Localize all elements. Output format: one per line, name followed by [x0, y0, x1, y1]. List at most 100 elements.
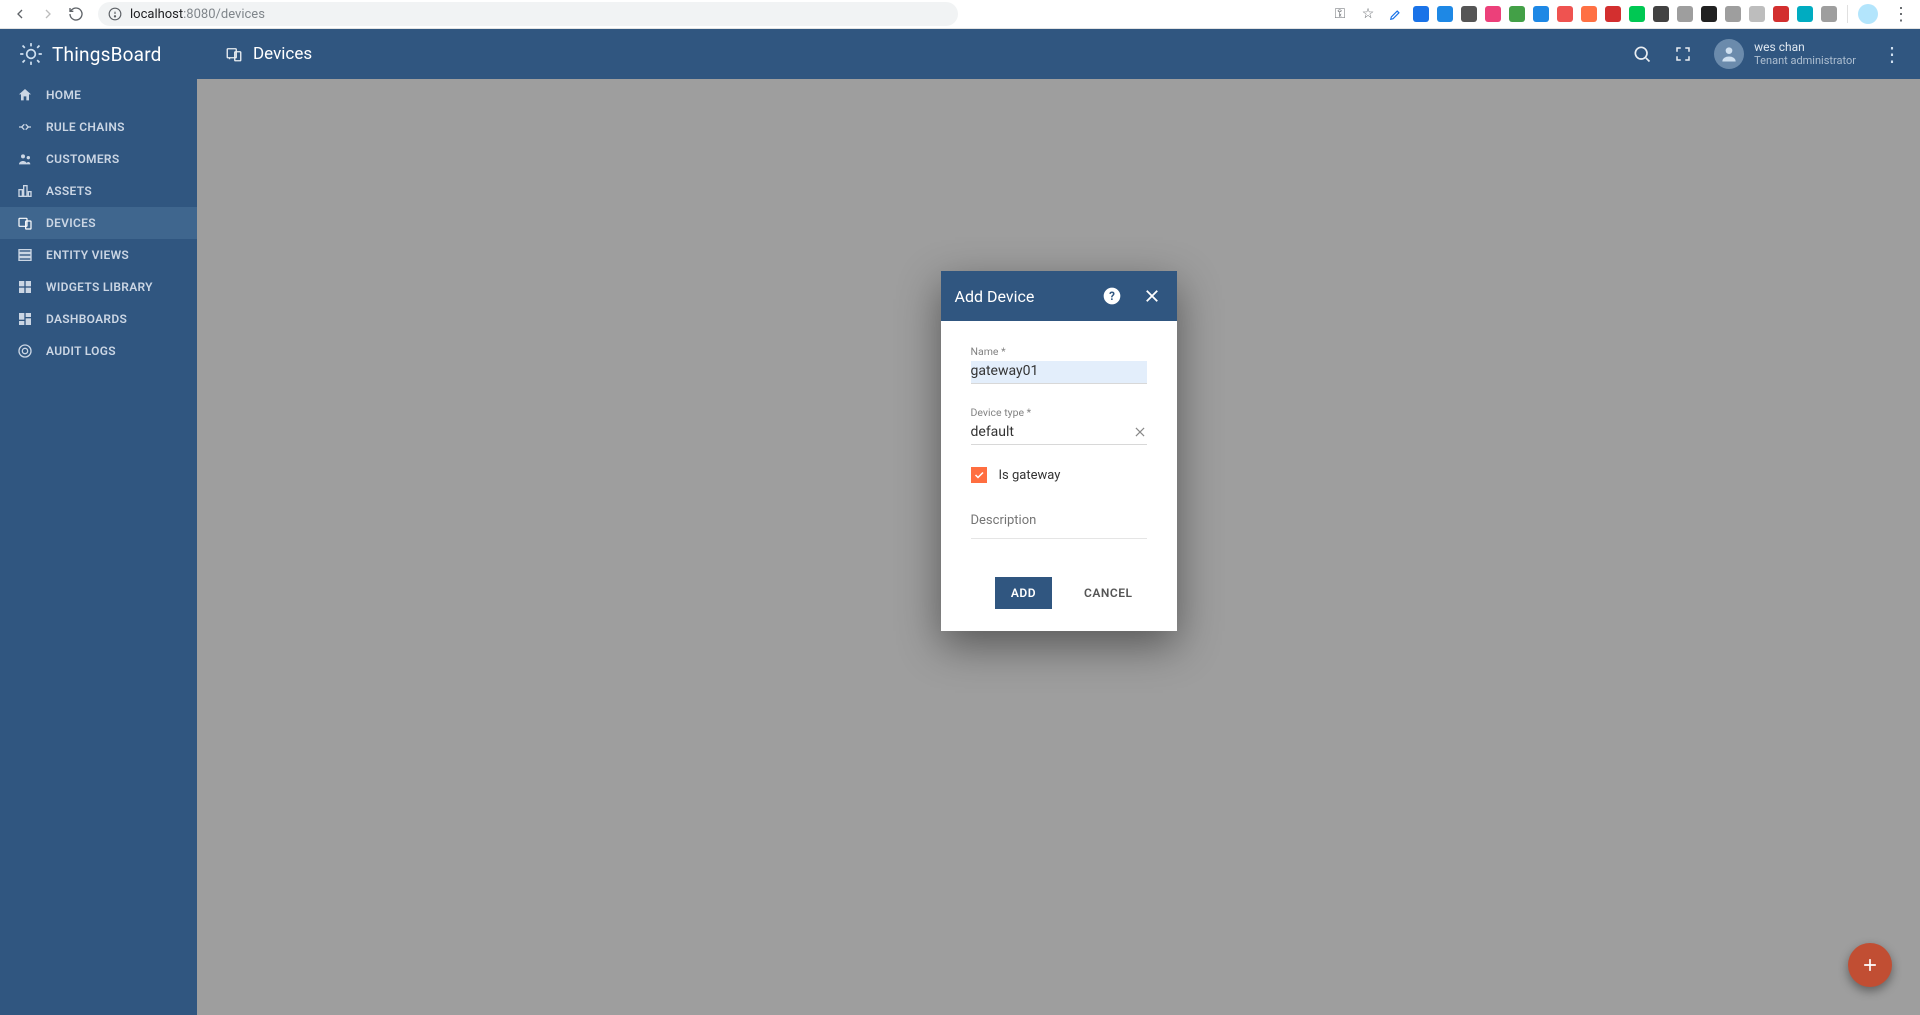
extension-icon[interactable] [1581, 6, 1597, 22]
svg-text:?: ? [1109, 289, 1115, 303]
search-icon[interactable] [1632, 44, 1652, 64]
sidebar-item-label: HOME [46, 88, 81, 102]
sidebar-item-home[interactable]: HOME [0, 79, 197, 111]
sidebar-item-dashboards[interactable]: DASHBOARDS [0, 303, 197, 335]
key-icon[interactable]: ⚿ [1331, 5, 1349, 23]
user-avatar-icon [1714, 39, 1744, 69]
sidebar: HOME RULE CHAINS CUSTOMERS ASSETS DEVICE… [0, 79, 197, 1015]
extension-icon[interactable] [1653, 6, 1669, 22]
sidebar-item-entity-views[interactable]: ENTITY VIEWS [0, 239, 197, 271]
brand-block[interactable]: ThingsBoard [0, 29, 197, 79]
extension-icon[interactable] [1533, 6, 1549, 22]
extension-icon[interactable] [1725, 6, 1741, 22]
brand-logo-icon [18, 41, 44, 67]
device-type-field: Device type * [971, 406, 1147, 445]
extension-icon[interactable] [1821, 6, 1837, 22]
extension-icon[interactable] [1749, 6, 1765, 22]
audit-logs-icon [16, 343, 34, 359]
user-role: Tenant administrator [1754, 55, 1856, 67]
address-bar[interactable]: localhost:8080/devices [98, 2, 958, 26]
home-icon [16, 87, 34, 103]
sidebar-item-label: CUSTOMERS [46, 152, 119, 166]
dialog-title: Add Device [955, 287, 1035, 306]
extension-icon[interactable] [1437, 6, 1453, 22]
help-icon[interactable]: ? [1101, 285, 1123, 307]
browser-toolbar: localhost:8080/devices ⚿ ☆ ⋮ [0, 0, 1920, 29]
devices-icon [16, 215, 34, 231]
sidebar-item-label: WIDGETS LIBRARY [46, 280, 153, 294]
dashboards-icon [16, 311, 34, 327]
device-type-label: Device type * [971, 406, 1147, 419]
extension-icon[interactable] [1677, 6, 1693, 22]
back-button[interactable] [6, 0, 34, 28]
extension-icon[interactable] [1461, 6, 1477, 22]
page-title: Devices [253, 44, 312, 64]
description-field [971, 509, 1147, 539]
sidebar-item-label: AUDIT LOGS [46, 344, 116, 358]
app-menu-icon[interactable]: ⋮ [1878, 42, 1902, 66]
dialog-header: Add Device ? [941, 271, 1177, 321]
add-button[interactable]: ADD [995, 577, 1052, 609]
fullscreen-icon[interactable] [1674, 45, 1692, 63]
add-device-dialog: Add Device ? Name * [941, 271, 1177, 631]
app-topbar: ThingsBoard Devices wes chan Tenant admi [0, 29, 1920, 79]
extension-icon[interactable] [1485, 6, 1501, 22]
name-label: Name * [971, 345, 1147, 358]
customers-icon [16, 151, 34, 167]
sidebar-item-label: RULE CHAINS [46, 120, 125, 134]
is-gateway-checkbox[interactable] [971, 467, 987, 483]
extension-icon[interactable] [1509, 6, 1525, 22]
topbar-right: wes chan Tenant administrator ⋮ [1632, 39, 1920, 69]
eyedropper-icon[interactable] [1387, 5, 1405, 23]
sidebar-item-customers[interactable]: CUSTOMERS [0, 143, 197, 175]
name-field: Name * [971, 345, 1147, 384]
profile-avatar[interactable] [1858, 4, 1878, 24]
is-gateway-label: Is gateway [999, 468, 1061, 483]
dialog-body: Name * Device type * Is [941, 321, 1177, 577]
extension-icon[interactable] [1557, 6, 1573, 22]
sidebar-item-rule-chains[interactable]: RULE CHAINS [0, 111, 197, 143]
brand-text: ThingsBoard [52, 43, 162, 66]
rule-chains-icon [16, 119, 34, 135]
sidebar-item-label: DEVICES [46, 216, 96, 230]
user-text: wes chan Tenant administrator [1754, 41, 1856, 66]
cancel-button[interactable]: CANCEL [1068, 577, 1148, 609]
extensions-row [1387, 5, 1837, 23]
bookmark-star-icon[interactable]: ☆ [1359, 5, 1377, 23]
sidebar-item-label: DASHBOARDS [46, 312, 127, 326]
close-icon[interactable] [1141, 285, 1163, 307]
forward-button[interactable] [34, 0, 62, 28]
user-name: wes chan [1754, 41, 1856, 54]
widgets-icon [16, 279, 34, 295]
device-type-input[interactable] [971, 422, 1147, 445]
user-menu[interactable]: wes chan Tenant administrator [1714, 39, 1856, 69]
page-heading: Devices [197, 44, 312, 64]
browser-menu-icon[interactable]: ⋮ [1888, 4, 1914, 25]
sidebar-item-audit-logs[interactable]: AUDIT LOGS [0, 335, 197, 367]
app-body: HOME RULE CHAINS CUSTOMERS ASSETS DEVICE… [0, 79, 1920, 1015]
browser-right-controls: ⚿ ☆ ⋮ [1331, 4, 1914, 25]
name-input[interactable] [971, 361, 1147, 384]
description-input[interactable] [971, 511, 1147, 539]
add-fab[interactable] [1848, 943, 1892, 987]
reload-button[interactable] [62, 0, 90, 28]
sidebar-item-devices[interactable]: DEVICES [0, 207, 197, 239]
extension-icon[interactable] [1773, 6, 1789, 22]
extension-icon[interactable] [1605, 6, 1621, 22]
dialog-actions: ADD CANCEL [941, 577, 1177, 631]
sidebar-item-label: ENTITY VIEWS [46, 248, 129, 262]
url-host: localhost [130, 7, 183, 22]
sidebar-item-label: ASSETS [46, 184, 92, 198]
sidebar-item-assets[interactable]: ASSETS [0, 175, 197, 207]
url-path: :8080/devices [183, 7, 265, 22]
assets-icon [16, 183, 34, 199]
extension-icon[interactable] [1797, 6, 1813, 22]
extension-icon[interactable] [1413, 6, 1429, 22]
extension-icon[interactable] [1629, 6, 1645, 22]
devices-icon [225, 45, 243, 63]
is-gateway-row[interactable]: Is gateway [971, 467, 1147, 483]
extension-icon[interactable] [1701, 6, 1717, 22]
sidebar-item-widgets-library[interactable]: WIDGETS LIBRARY [0, 271, 197, 303]
clear-type-icon[interactable] [1133, 425, 1147, 439]
app-root: ThingsBoard Devices wes chan Tenant admi [0, 29, 1920, 1015]
